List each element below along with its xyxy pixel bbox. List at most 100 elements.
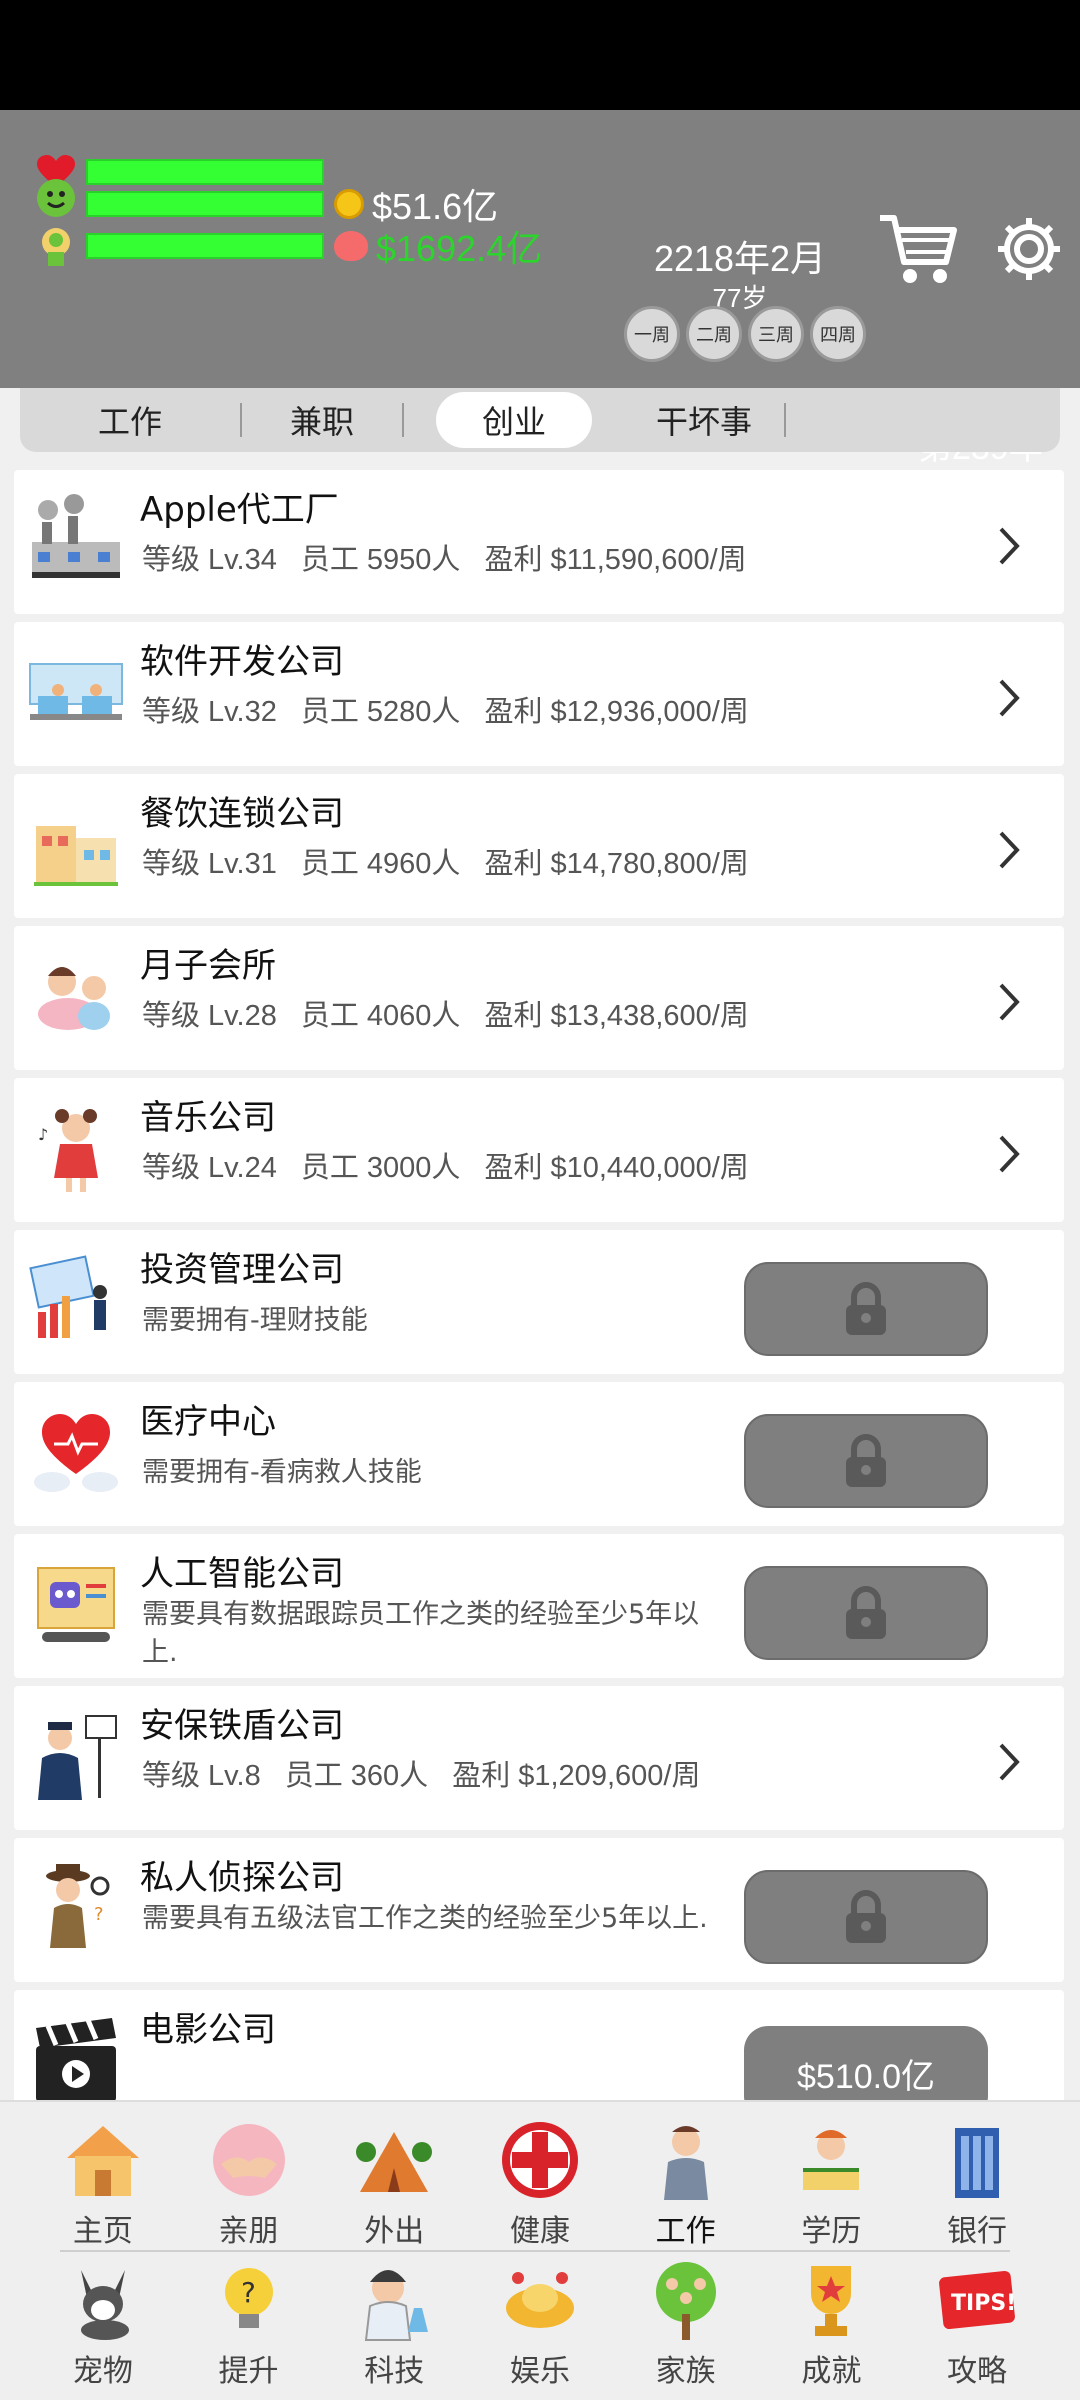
company-profit: 盈利 $10,440,000/周 bbox=[484, 1152, 749, 1184]
nav-item-home[interactable]: 主页 bbox=[38, 2118, 168, 2250]
house-icon bbox=[66, 2126, 139, 2196]
company-requirement: 需要拥有-看病救人技能 bbox=[142, 1457, 422, 1488]
company-title: 投资管理公司 bbox=[140, 1250, 344, 1290]
company-staff: 员工 4960人 bbox=[300, 848, 461, 880]
settings-gear-icon[interactable] bbox=[994, 214, 1064, 284]
company-title: 人工智能公司 bbox=[140, 1554, 344, 1594]
company-profit: 盈利 $13,438,600/周 bbox=[484, 1000, 749, 1032]
company-card-restaurant[interactable]: 餐饮连锁公司 等级 Lv.31 员工 4960人 盈利 $14,780,800/周 bbox=[14, 774, 1064, 918]
company-stats: 等级 Lv.32 员工 5280人 盈利 $12,936,000/周 bbox=[142, 688, 773, 730]
lock-icon bbox=[846, 1890, 886, 1943]
nav-item-bank[interactable]: 银行 bbox=[912, 2118, 1042, 2250]
locked-button[interactable] bbox=[744, 1870, 988, 1964]
company-profit: 盈利 $12,936,000/周 bbox=[484, 696, 749, 728]
handshake-icon bbox=[212, 2124, 285, 2196]
company-staff: 员工 5280人 bbox=[300, 696, 461, 728]
heart-hands-icon bbox=[28, 1404, 124, 1500]
nav-item-friends[interactable]: 亲朋 bbox=[184, 2118, 314, 2250]
lock-icon bbox=[846, 1282, 886, 1335]
nav-item-tech[interactable]: 科技 bbox=[329, 2258, 459, 2390]
piggy-bank-icon bbox=[334, 231, 368, 261]
nav-item-guide[interactable]: TIPS! 攻略 bbox=[912, 2258, 1042, 2390]
worker-icon bbox=[663, 2126, 708, 2200]
week-2-button[interactable]: 二周 bbox=[686, 306, 742, 362]
company-title: 安保铁盾公司 bbox=[140, 1706, 344, 1746]
nav-item-family[interactable]: 家族 bbox=[621, 2258, 751, 2390]
company-card-apple[interactable]: Apple代工厂 等级 Lv.34 员工 5950人 盈利 $11,590,600/… bbox=[14, 470, 1064, 614]
nav-label: 宠物 bbox=[72, 2354, 133, 2389]
husky-dog-icon bbox=[80, 2270, 129, 2340]
nav-label: 科技 bbox=[364, 2354, 425, 2389]
tab-job[interactable]: 工作 bbox=[20, 392, 240, 448]
shopping-cart-icon[interactable] bbox=[878, 210, 958, 290]
current-date: 2218年2月 bbox=[653, 238, 827, 279]
company-card-maternity[interactable]: 月子会所 等级 Lv.28 员工 4060人 盈利 $13,438,600/周 bbox=[14, 926, 1064, 1070]
nav-item-achievements[interactable]: 成就 bbox=[766, 2258, 896, 2390]
tab-part-time[interactable]: 兼职 bbox=[242, 392, 402, 448]
company-stats: 等级 Lv.31 员工 4960人 盈利 $14,780,800/周 bbox=[142, 840, 773, 882]
company-card-music[interactable]: ♪ 音乐公司 等级 Lv.24 员工 3000人 盈利 $10,440,000/周 bbox=[14, 1078, 1064, 1222]
detective-icon: ? bbox=[28, 1860, 124, 1956]
locked-button[interactable] bbox=[744, 1262, 988, 1356]
company-card-ai: 人工智能公司 需要具有数据跟踪员工作之类的经验至少5年以上. bbox=[14, 1534, 1064, 1678]
svg-text:TIPS!: TIPS! bbox=[951, 2291, 1016, 2316]
company-title: 音乐公司 bbox=[140, 1098, 276, 1138]
nav-item-health[interactable]: 健康 bbox=[475, 2118, 605, 2250]
company-staff: 员工 5950人 bbox=[300, 544, 461, 576]
week-1-button[interactable]: 一周 bbox=[624, 306, 680, 362]
family-tree-icon bbox=[655, 2262, 716, 2340]
company-requirement: 需要具有五级法官工作之类的经验至少5年以上. bbox=[142, 1903, 708, 1934]
tent-icon bbox=[356, 2132, 433, 2192]
company-stats: 等级 Lv.24 员工 3000人 盈利 $10,440,000/周 bbox=[142, 1144, 773, 1186]
smiley-face-icon bbox=[36, 178, 76, 218]
intelligence-bar bbox=[86, 233, 324, 259]
coin-icon bbox=[334, 189, 364, 219]
company-title: 私人侦探公司 bbox=[140, 1858, 344, 1898]
company-profit: 盈利 $1,209,600/周 bbox=[452, 1760, 701, 1792]
company-profit: 盈利 $11,590,600/周 bbox=[484, 544, 747, 576]
system-status-bar bbox=[0, 0, 1080, 110]
work-tabs: 工作 兼职 创业 干坏事 bbox=[20, 388, 1060, 452]
debt-display: $1692.4亿 bbox=[334, 220, 542, 272]
nav-item-pets[interactable]: 宠物 bbox=[38, 2258, 168, 2390]
company-staff: 员工 4060人 bbox=[300, 1000, 461, 1032]
company-title: 电影公司 bbox=[140, 2010, 276, 2050]
tab-mischief[interactable]: 干坏事 bbox=[624, 392, 784, 448]
company-card-medical: 医疗中心 需要拥有-看病救人技能 bbox=[14, 1382, 1064, 1526]
company-card-security[interactable]: 安保铁盾公司 等级 Lv.8 员工 360人 盈利 $1,209,600/周 bbox=[14, 1686, 1064, 1830]
nav-item-work[interactable]: 工作 bbox=[621, 2118, 751, 2250]
clapperboard-icon bbox=[28, 2012, 124, 2108]
nav-label: 银行 bbox=[947, 2214, 1008, 2249]
svg-text:?: ? bbox=[241, 2276, 256, 2309]
week-4-button[interactable]: 四周 bbox=[810, 306, 866, 362]
nav-row-secondary: 宠物 ? 提升 科技 娱乐 家族 成就 TIPS! 攻略 bbox=[0, 2258, 1080, 2390]
singing-girl-icon: ♪ bbox=[28, 1100, 124, 1196]
intelligence-stat: $1692.4亿 bbox=[36, 220, 542, 272]
chevron-right-icon bbox=[999, 679, 1020, 717]
locked-button[interactable] bbox=[744, 1566, 988, 1660]
nav-row-primary: 主页 亲朋 外出 健康 工作 学历 银行 bbox=[0, 2118, 1080, 2250]
nav-item-entertainment[interactable]: 娱乐 bbox=[475, 2258, 605, 2390]
office-desk-icon bbox=[28, 644, 124, 740]
nav-item-outing[interactable]: 外出 bbox=[329, 2118, 459, 2250]
date-display: 2218年2月 77岁 bbox=[640, 230, 840, 315]
company-card-software[interactable]: 软件开发公司 等级 Lv.32 员工 5280人 盈利 $12,936,000/周 bbox=[14, 622, 1064, 766]
week-3-button[interactable]: 三周 bbox=[748, 306, 804, 362]
tab-startup[interactable]: 创业 bbox=[436, 392, 592, 448]
tab-divider bbox=[784, 403, 786, 437]
company-title: 软件开发公司 bbox=[140, 642, 344, 682]
locked-button[interactable] bbox=[744, 1414, 988, 1508]
company-card-investment: 投资管理公司 需要拥有-理财技能 bbox=[14, 1230, 1064, 1374]
nav-label: 攻略 bbox=[947, 2354, 1008, 2389]
nav-item-improve[interactable]: ? 提升 bbox=[184, 2258, 314, 2390]
nav-label: 主页 bbox=[72, 2214, 133, 2249]
company-stats: 等级 Lv.28 员工 4060人 盈利 $13,438,600/周 bbox=[142, 992, 773, 1034]
company-stats: 等级 Lv.34 员工 5950人 盈利 $11,590,600/周 bbox=[142, 536, 771, 578]
robot-icon bbox=[28, 1556, 124, 1652]
investment-chart-icon bbox=[28, 1252, 124, 1348]
security-guard-icon bbox=[28, 1708, 124, 1804]
debt-amount: $1692.4亿 bbox=[376, 228, 543, 269]
company-title: 餐饮连锁公司 bbox=[140, 794, 344, 834]
nav-item-education[interactable]: 学历 bbox=[766, 2118, 896, 2250]
studying-kid-icon bbox=[803, 2130, 860, 2190]
